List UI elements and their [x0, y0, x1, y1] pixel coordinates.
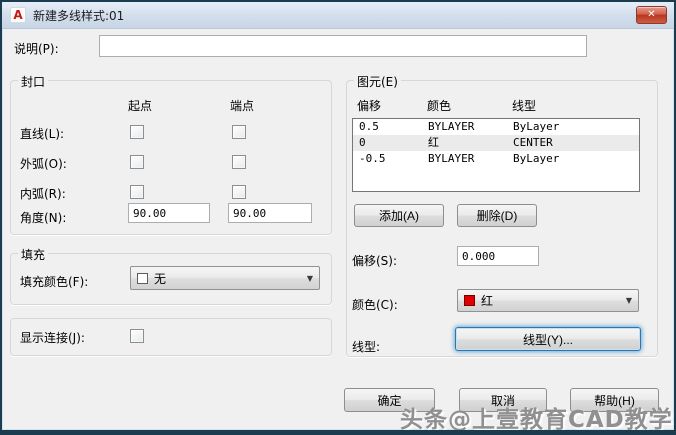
- description-label: 说明(P):: [14, 42, 59, 56]
- angle-end-input[interactable]: [228, 203, 312, 223]
- delete-button[interactable]: 删除(D): [457, 204, 537, 227]
- chevron-down-icon: ▼: [306, 273, 313, 283]
- inner-arc-end-checkbox[interactable]: [232, 185, 246, 199]
- element-offset: 0: [359, 136, 366, 149]
- elements-col-color: 颜色: [427, 99, 452, 113]
- caps-inner-arc-label: 内弧(R):: [20, 187, 66, 201]
- display-joints-label: 显示连接(J):: [20, 331, 85, 345]
- caps-column-start: 起点: [128, 99, 153, 113]
- outer-arc-end-checkbox[interactable]: [232, 155, 246, 169]
- element-row-selected[interactable]: 0 红 CENTER: [353, 135, 639, 151]
- caps-outer-arc-label: 外弧(O):: [20, 157, 67, 171]
- add-button[interactable]: 添加(A): [354, 204, 444, 227]
- autocad-icon: A: [10, 7, 26, 23]
- display-joints-checkbox[interactable]: [130, 329, 144, 343]
- color-label: 颜色(C):: [352, 298, 398, 312]
- red-color-swatch: [464, 295, 475, 306]
- element-linetype: CENTER: [513, 136, 553, 149]
- ok-button[interactable]: 确定: [344, 388, 435, 412]
- fill-color-value: 无: [154, 271, 167, 286]
- fill-group-title: 填充: [18, 246, 49, 263]
- color-value: 红: [481, 294, 494, 308]
- element-linetype: ByLayer: [513, 120, 560, 133]
- close-button[interactable]: ✕: [636, 6, 667, 24]
- chevron-down-icon: ▼: [625, 296, 632, 305]
- line-end-checkbox[interactable]: [232, 125, 246, 139]
- element-linetype: ByLayer: [513, 152, 560, 165]
- offset-label: 偏移(S):: [352, 254, 398, 268]
- angle-start-input[interactable]: [128, 203, 210, 223]
- linetype-button[interactable]: 线型(Y)...: [455, 327, 641, 351]
- new-multiline-style-dialog: A 新建多线样式:01 ✕ 说明(P): 封口 起点 端点 直线(L): 外弧(…: [0, 0, 676, 435]
- window-title: 新建多线样式:01: [33, 8, 125, 23]
- element-color: 红: [428, 136, 439, 149]
- line-start-checkbox[interactable]: [130, 125, 144, 139]
- caps-group-title: 封口: [18, 73, 49, 90]
- offset-input[interactable]: [457, 246, 539, 266]
- element-offset: 0.5: [359, 120, 379, 133]
- outer-arc-start-checkbox[interactable]: [130, 155, 144, 169]
- element-color: BYLAYER: [428, 152, 475, 165]
- color-dropdown[interactable]: 红 ▼: [457, 289, 639, 312]
- element-row[interactable]: 0.5 BYLAYER ByLayer: [353, 119, 639, 135]
- inner-arc-start-checkbox[interactable]: [130, 185, 144, 199]
- elements-list[interactable]: 0.5 BYLAYER ByLayer 0 红 CENTER -0.5 BYLA…: [352, 118, 640, 192]
- fill-color-dropdown[interactable]: 无 ▼: [130, 266, 320, 290]
- cancel-button[interactable]: 取消: [459, 388, 547, 412]
- elements-col-offset: 偏移: [357, 99, 382, 113]
- elements-col-linetype: 线型: [512, 99, 537, 113]
- element-offset: -0.5: [359, 152, 386, 165]
- titlebar: A 新建多线样式:01 ✕: [2, 2, 674, 29]
- caps-angle-label: 角度(N):: [20, 211, 67, 225]
- elements-group-title: 图元(E): [354, 73, 401, 90]
- caps-line-label: 直线(L):: [20, 127, 65, 141]
- linetype-label: 线型:: [352, 340, 381, 354]
- element-color: BYLAYER: [428, 120, 475, 133]
- caps-column-end: 端点: [230, 99, 255, 113]
- help-button[interactable]: 帮助(H): [570, 388, 659, 412]
- none-color-swatch: [137, 272, 148, 284]
- element-row[interactable]: -0.5 BYLAYER ByLayer: [353, 151, 639, 167]
- fill-color-label: 填充颜色(F):: [20, 275, 89, 289]
- description-input[interactable]: [99, 35, 587, 57]
